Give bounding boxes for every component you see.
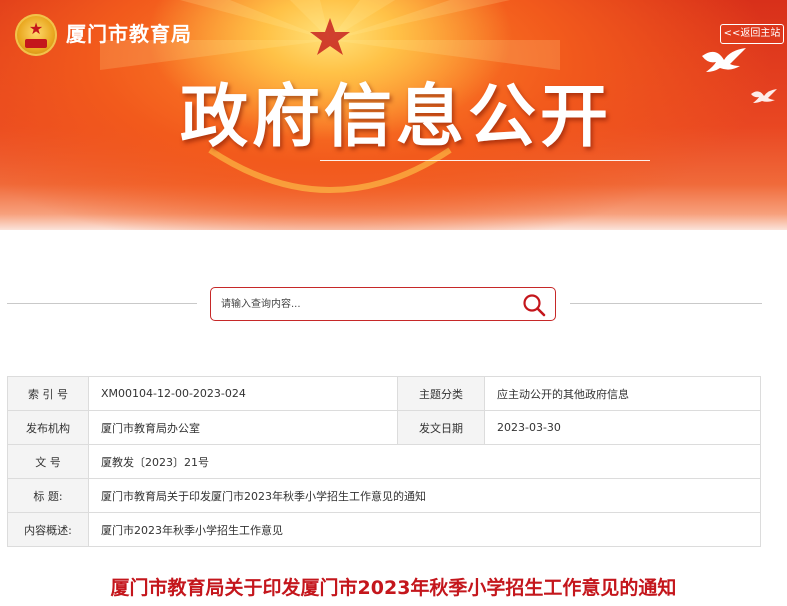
category-value: 应主动公开的其他政府信息 bbox=[484, 376, 761, 411]
table-row: 内容概述: 厦门市2023年秋季小学招生工作意见 bbox=[7, 512, 761, 547]
search-divider-right bbox=[570, 303, 762, 304]
banner-title: 政府信息公开 bbox=[180, 78, 613, 157]
search-divider-left bbox=[7, 303, 197, 304]
category-label: 主题分类 bbox=[397, 376, 485, 411]
table-row: 索 引 号 XM00104-12-00-2023-024 主题分类 应主动公开的… bbox=[7, 376, 761, 411]
table-row: 标 题: 厦门市教育局关于印发厦门市2023年秋季小学招生工作意见的通知 bbox=[7, 478, 761, 513]
publisher-label: 发布机构 bbox=[7, 410, 89, 445]
document-number-label: 文 号 bbox=[7, 444, 89, 479]
title-value: 厦门市教育局关于印发厦门市2023年秋季小学招生工作意见的通知 bbox=[88, 478, 761, 513]
issue-date-label: 发文日期 bbox=[397, 410, 485, 445]
search-input[interactable] bbox=[221, 294, 501, 314]
document-number-value: 厦教发〔2023〕21号 bbox=[88, 444, 761, 479]
national-emblem-icon: ★ bbox=[15, 14, 57, 56]
document-title: 厦门市教育局关于印发厦门市2023年秋季小学招生工作意见的通知 bbox=[110, 577, 677, 599]
search-box bbox=[210, 287, 556, 321]
index-number-label: 索 引 号 bbox=[7, 376, 89, 411]
table-row: 发布机构 厦门市教育局办公室 发文日期 2023-03-30 bbox=[7, 410, 761, 445]
index-number-value: XM00104-12-00-2023-024 bbox=[88, 376, 398, 411]
table-row: 文 号 厦教发〔2023〕21号 bbox=[7, 444, 761, 479]
header-banner: ★ 厦门市教育局 <<返回主站 政府信息公开 bbox=[0, 0, 787, 230]
small-dove-icon bbox=[751, 89, 777, 103]
issue-date-value: 2023-03-30 bbox=[484, 410, 761, 445]
dove-icon bbox=[702, 48, 746, 72]
publisher-value: 厦门市教育局办公室 bbox=[88, 410, 398, 445]
document-info-table: 索 引 号 XM00104-12-00-2023-024 主题分类 应主动公开的… bbox=[7, 376, 761, 547]
summary-value: 厦门市2023年秋季小学招生工作意见 bbox=[88, 512, 761, 547]
banner-title-underline bbox=[320, 160, 650, 161]
back-to-main-site-button[interactable]: <<返回主站 bbox=[720, 24, 784, 44]
title-label: 标 题: bbox=[7, 478, 89, 513]
search-icon[interactable] bbox=[521, 292, 547, 318]
summary-label: 内容概述: bbox=[7, 512, 89, 547]
site-name: 厦门市教育局 bbox=[66, 22, 192, 46]
